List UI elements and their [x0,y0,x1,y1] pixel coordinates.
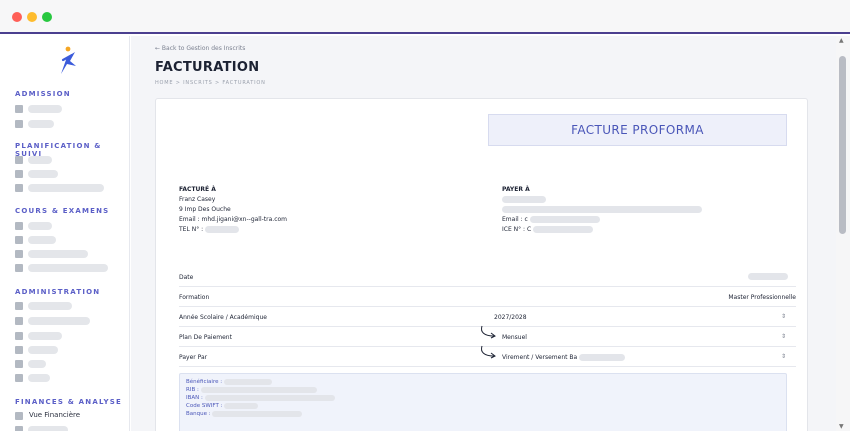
chevron-updown-icon[interactable]: ⇕ [781,313,786,320]
annee-select[interactable]: 2027/2028 [494,314,527,321]
main-content: ← Back to Gestion des Inscrits FACTURATI… [131,36,836,431]
sidebar-section-finances: FINANCES & ANALYSE [15,398,123,406]
date-row: Date [179,268,796,287]
sidebar-section-cours: COURS & EXAMENS [15,207,110,215]
sidebar-section-admission: ADMISSION [15,90,71,98]
payer-heading: PAYER À [502,186,530,193]
scroll-up-icon[interactable]: ▲ [839,37,844,44]
sidebar-item[interactable] [15,263,125,273]
sidebar-item[interactable] [15,221,125,231]
clipboard-icon [15,236,23,244]
list-icon [15,317,23,325]
swift-label: Code SWIFT : [186,403,223,409]
calendar-icon [15,156,23,164]
annee-label: Année Scolaire / Académique [179,314,267,321]
sidebar-item[interactable] [15,373,125,383]
pencil-icon [15,264,23,272]
sidebar-item-vue-financiere[interactable]: Vue Financière [15,411,125,421]
formation-label: Formation [179,294,210,301]
sidebar: ADMISSION PLANIFICATION & SUIVI COURS & … [4,36,130,431]
sidebar-item[interactable] [15,316,125,326]
sidebar-item[interactable] [15,331,125,341]
page-title: FACTURATION [155,60,260,75]
billed-to-tel: TEL N° : [179,226,204,233]
app-logo[interactable] [52,44,82,78]
sidebar-item[interactable] [15,425,125,431]
rib-label: RIB : [186,387,199,393]
sidebar-item[interactable] [15,235,125,245]
billed-to-heading: FACTURÉ À [179,186,216,193]
close-window-button[interactable] [12,12,22,22]
breadcrumb: HOME > INSCRITS > FACTURATION [155,80,266,86]
chart-icon [15,412,23,420]
curved-arrow-icon [481,345,496,359]
book-icon [15,222,23,230]
payer-par-select[interactable]: Virement / Versement Ba [502,354,626,361]
maximize-window-button[interactable] [42,12,52,22]
chevron-updown-icon[interactable]: ⇕ [781,333,786,340]
curved-arrow-icon [481,325,496,339]
sidebar-item[interactable] [15,249,125,259]
payer-par-label: Payer Par [179,354,208,361]
billed-to-name: Franz Casey [179,196,216,203]
invoice-card: FACTURE PROFORMA FACTURÉ À Franz Casey 9… [155,98,808,431]
payer-block: PAYER À Email : c ICE N° : C [502,185,802,235]
monitor-icon [15,120,23,128]
scrollbar-thumb[interactable] [839,56,846,234]
billed-to-address: 9 Imp Des Ouche [179,206,231,213]
scroll-down-icon[interactable]: ▼ [839,423,844,430]
proforma-title: FACTURE PROFORMA [488,114,787,146]
chevron-updown-icon[interactable]: ⇕ [781,353,786,360]
sidebar-item[interactable] [15,183,125,193]
users-icon [15,105,23,113]
minimize-window-button[interactable] [27,12,37,22]
billed-to-block: FACTURÉ À Franz Casey 9 Imp Des Ouche Em… [179,185,287,235]
billed-to-email: Email : mhd.jigani@xn--gall-tra.com [179,216,288,223]
sidebar-section-administration: ADMINISTRATION [15,288,101,296]
window-titlebar [0,0,850,34]
user-icon [15,302,23,310]
formation-row: Formation Master Professionnelle [179,288,796,307]
sidebar-item[interactable] [15,301,125,311]
sidebar-item[interactable] [15,169,125,179]
wallet-icon [15,426,23,431]
banque-label: Banque : [186,411,211,417]
sidebar-item[interactable] [15,119,125,129]
bank-details-box: Bénéficiaire : RIB : IBAN : Code SWIFT :… [179,373,787,431]
payer-ice: ICE N° : C [502,226,532,233]
sidebar-item[interactable] [15,345,125,355]
settings-icon [15,374,23,382]
sidebar-item[interactable] [15,359,125,369]
building-icon [15,360,23,368]
plan-select[interactable]: Mensuel [502,334,527,341]
pencil-icon [15,250,23,258]
date-label: Date [179,274,194,281]
formation-value: Master Professionnelle [728,294,796,301]
document-icon [15,184,23,192]
group-icon [15,346,23,354]
payer-par-row[interactable]: Payer Par Virement / Versement Ba ⇕ [179,345,796,367]
scrollbar[interactable]: ▲ ▼ [836,36,850,431]
payer-email: Email : c [502,216,528,223]
back-link[interactable]: ← Back to Gestion des Inscrits [155,45,245,52]
iban-label: IBAN : [186,395,203,401]
sidebar-item[interactable] [15,104,125,114]
beneficiaire-label: Bénéficiaire : [186,379,223,385]
plan-label: Plan De Paiement [179,334,232,341]
calendar-icon [15,170,23,178]
teacher-icon [15,332,23,340]
sidebar-item[interactable] [15,155,125,165]
